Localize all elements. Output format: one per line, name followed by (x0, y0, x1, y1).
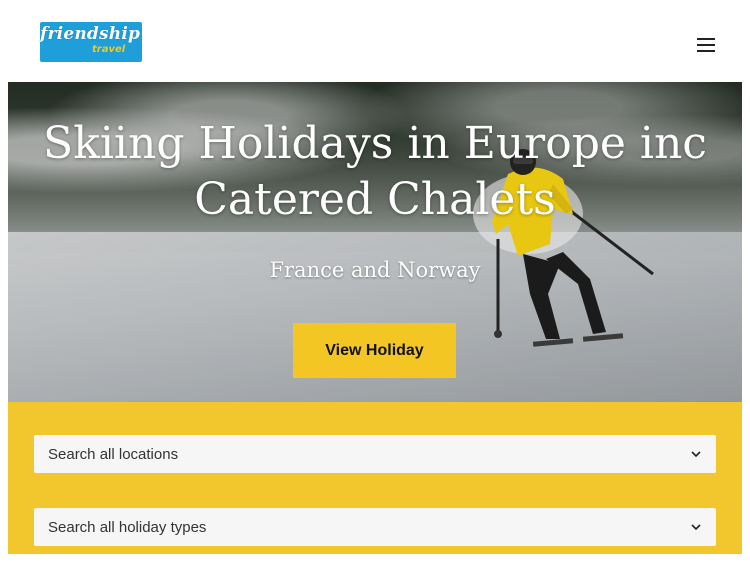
holiday-types-select-label: Search all holiday types (48, 518, 207, 536)
search-panel: Search all locations Search all holiday … (8, 402, 742, 554)
holiday-types-select[interactable]: Search all holiday types (34, 508, 716, 546)
site-header: friendship travel (0, 0, 750, 82)
site-logo[interactable]: friendship travel (40, 22, 142, 62)
chevron-down-icon (691, 451, 701, 458)
logo-subtext: travel (92, 44, 126, 55)
hero-subtitle: France and Norway (269, 258, 481, 282)
chevron-down-icon (691, 524, 701, 531)
view-holiday-button[interactable]: View Holiday (293, 323, 456, 378)
locations-select-label: Search all locations (48, 445, 179, 463)
hero-title: Skiing Holidays in Europe inc Catered Ch… (43, 118, 707, 225)
logo-wordmark: friendship (40, 24, 141, 44)
hero-banner: Skiing Holidays in Europe inc Catered Ch… (8, 82, 742, 402)
locations-select[interactable]: Search all locations (34, 435, 716, 473)
hamburger-icon[interactable] (694, 36, 720, 56)
